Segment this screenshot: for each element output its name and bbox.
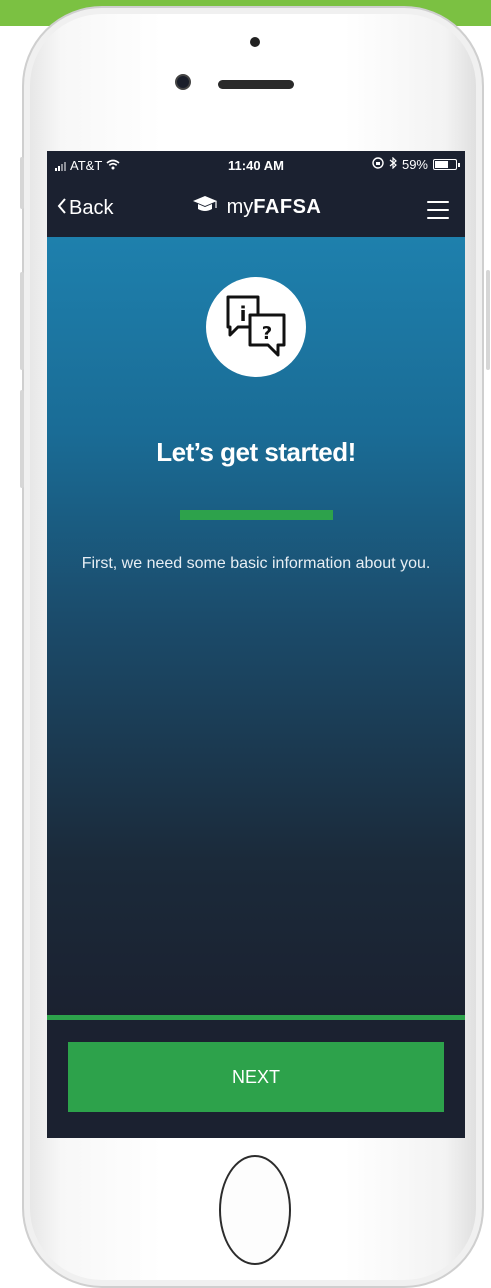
status-right: 59% [372, 156, 460, 172]
side-switch [20, 157, 24, 209]
graduation-cap-icon [191, 194, 219, 220]
status-bar: AT&T 11:40 AM 59% [47, 151, 465, 179]
bluetooth-icon [389, 156, 397, 172]
info-glyph: i [240, 302, 247, 326]
main-content: i ? Let’s get started! First, we need so… [47, 237, 465, 1017]
proximity-sensor [250, 37, 260, 47]
power-button [486, 270, 490, 370]
battery-percent: 59% [401, 157, 428, 172]
intro-text: First, we need some basic information ab… [81, 555, 431, 572]
progress-bar [180, 510, 333, 520]
footer-divider [47, 1015, 465, 1020]
volume-down-button [20, 390, 24, 488]
brand-prefix: my [226, 195, 254, 218]
hamburger-menu-icon[interactable] [427, 201, 449, 219]
battery-icon [433, 159, 460, 170]
earpiece-speaker [218, 80, 294, 89]
brand-name: myFAFSA [227, 196, 322, 219]
volume-up-button [20, 272, 24, 370]
brand-bold: FAFSA [253, 195, 322, 218]
page-title: Let’s get started! [156, 437, 356, 467]
home-button[interactable] [219, 1155, 291, 1265]
info-question-chat-icon: i ? [206, 277, 306, 377]
question-glyph: ? [262, 323, 272, 344]
next-button[interactable]: NEXT [68, 1042, 444, 1112]
front-camera [175, 74, 191, 90]
app-screen: AT&T 11:40 AM 59% Back myFAFSA i ? Let’s… [47, 151, 465, 1138]
rotation-lock-icon [372, 157, 384, 172]
nav-bar: Back myFAFSA [47, 179, 465, 237]
brand-logo: myFAFSA [47, 194, 465, 220]
